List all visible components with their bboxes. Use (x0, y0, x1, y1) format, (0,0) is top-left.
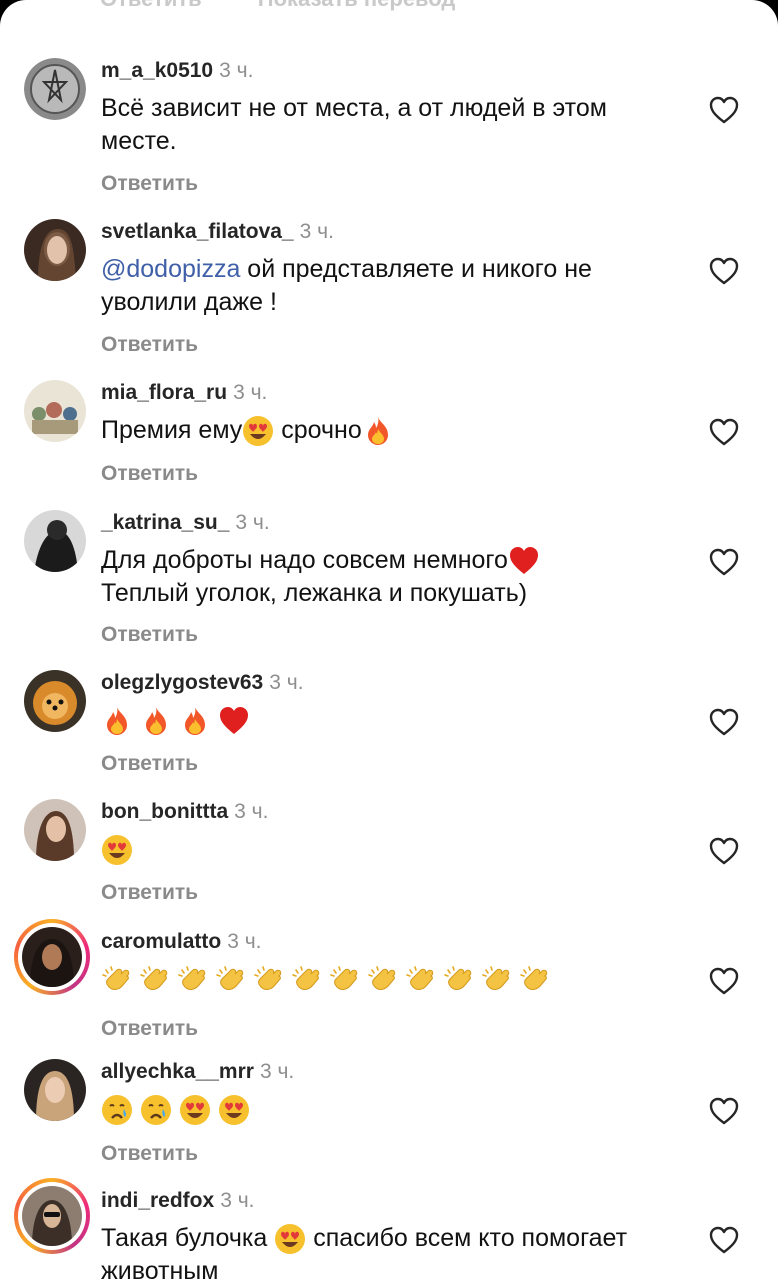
comment-text: @dodopizza ой представляете и никого не … (101, 253, 671, 319)
mention-link[interactable]: @dodopizza (101, 255, 240, 283)
fire-emoji (140, 705, 172, 737)
like-heart-icon[interactable] (708, 95, 740, 125)
comment-text: Всё зависит не от места, а от людей в эт… (101, 94, 607, 155)
comment-text (101, 704, 671, 737)
comment-text (101, 833, 671, 866)
clapping-hands-emoji (443, 964, 475, 996)
avatar[interactable] (24, 1059, 86, 1121)
clapping-hands-emoji (101, 964, 133, 996)
username[interactable]: olegzlygostev63 (101, 671, 263, 694)
like-heart-icon[interactable] (708, 1096, 740, 1126)
comment-text: Премия ему срочно (101, 414, 671, 447)
comment-meta: mia_flora_ru 3 ч. (101, 380, 267, 406)
timestamp: 3 ч. (219, 59, 254, 82)
fire-emoji (179, 705, 211, 737)
timestamp: 3 ч. (220, 1189, 255, 1212)
heart-eyes-emoji (101, 834, 133, 866)
comment-meta: m_a_k0510 3 ч. (101, 58, 253, 84)
crying-face-emoji (140, 1094, 172, 1126)
avatar[interactable] (24, 799, 86, 861)
clapping-hands-emoji (215, 964, 247, 996)
clapping-hands-emoji (253, 964, 285, 996)
clapping-hands-emoji (405, 964, 437, 996)
comment-meta: olegzlygostev63 3 ч. (101, 670, 304, 696)
reply-button[interactable]: Ответить (101, 623, 198, 647)
username[interactable]: caromulatto (101, 930, 221, 953)
clapping-hands-emoji (139, 964, 171, 996)
reply-button[interactable]: Ответить (100, 0, 202, 11)
like-heart-icon[interactable] (708, 417, 740, 447)
comment-text: Для доброты надо совсем немного Теплый уг… (101, 544, 671, 610)
like-heart-icon[interactable] (708, 1225, 740, 1255)
timestamp: 3 ч. (259, 1060, 295, 1083)
previous-comment-actions: Ответить Показать перевод (100, 0, 505, 16)
username[interactable]: mia_flora_ru (101, 381, 227, 404)
show-translation-button[interactable]: Показать перевод (258, 0, 456, 11)
avatar[interactable] (24, 219, 86, 281)
comments-sheet: Ответить Показать перевод m_a_k05103 ч. … (0, 0, 778, 1280)
avatar[interactable] (24, 510, 86, 572)
clapping-hands-emoji (367, 964, 399, 996)
avatar[interactable] (24, 58, 86, 120)
comment-meta: _katrina_su_ 3 ч. (101, 510, 270, 536)
timestamp: 3 ч. (235, 511, 270, 534)
crying-face-emoji (101, 1094, 133, 1126)
comment-body: Для доброты надо совсем немного (101, 546, 508, 574)
clapping-hands-emoji (177, 964, 209, 996)
comment-body: Такая булочка (101, 1224, 268, 1252)
heart-eyes-emoji (274, 1223, 306, 1255)
comment-text (101, 963, 671, 996)
heart-eyes-emoji (218, 1094, 250, 1126)
username[interactable]: allyechka__mrr (101, 1060, 254, 1083)
comment-body: Премия ему (101, 416, 243, 444)
timestamp: 3 ч. (269, 671, 304, 694)
username[interactable]: m_a_k0510 (101, 59, 213, 82)
comment-meta: caromulatto 3 ч. (101, 929, 261, 955)
reply-button[interactable]: Ответить (101, 881, 198, 905)
heart-eyes-emoji (242, 415, 274, 447)
avatar-story-ring[interactable] (14, 919, 90, 995)
like-heart-icon[interactable] (708, 966, 740, 996)
reply-button[interactable]: Ответить (101, 333, 198, 357)
comment-meta: allyechka__mrr 3 ч. (101, 1059, 294, 1085)
like-heart-icon[interactable] (708, 256, 740, 286)
username[interactable]: indi_redfox (101, 1189, 214, 1212)
clapping-hands-emoji (519, 964, 551, 996)
like-heart-icon[interactable] (708, 707, 740, 737)
fire-emoji (101, 705, 133, 737)
clapping-hands-emoji (329, 964, 361, 996)
clapping-hands-emoji (291, 964, 323, 996)
timestamp: 3 ч. (227, 930, 262, 953)
reply-button[interactable]: Ответить (101, 172, 198, 196)
comment-meta: indi_redfox 3 ч. (101, 1188, 254, 1214)
fire-emoji (362, 415, 394, 447)
avatar-story-ring[interactable] (14, 1178, 90, 1254)
comment-meta: bon_bonittta 3 ч. (101, 799, 268, 825)
reply-button[interactable]: Ответить (101, 752, 198, 776)
username[interactable]: bon_bonittta (101, 800, 228, 823)
comment-body: срочно (274, 416, 362, 444)
timestamp: 3 ч. (299, 220, 334, 243)
comment-text (101, 1093, 671, 1126)
comment-body: Теплый уголок, лежанка и покушать) (101, 579, 528, 608)
heart-eyes-emoji (179, 1094, 211, 1126)
reply-button[interactable]: Ответить (101, 462, 198, 486)
comment-text: Такая булочка спасибо всем кто помогает … (101, 1222, 671, 1280)
avatar[interactable] (24, 380, 86, 442)
username[interactable]: svetlanka_filatova_ (101, 220, 294, 243)
clapping-hands-emoji (481, 964, 513, 996)
red-heart-emoji (218, 705, 250, 737)
avatar[interactable] (24, 670, 86, 732)
comment-meta: svetlanka_filatova_ 3 ч. (101, 219, 334, 245)
username[interactable]: _katrina_su_ (101, 511, 229, 534)
red-heart-emoji (508, 545, 540, 577)
like-heart-icon[interactable] (708, 547, 740, 577)
reply-button[interactable]: Ответить (101, 1142, 198, 1166)
timestamp: 3 ч. (234, 800, 269, 823)
reply-button[interactable]: Ответить (101, 1017, 198, 1041)
timestamp: 3 ч. (233, 381, 268, 404)
like-heart-icon[interactable] (708, 836, 740, 866)
